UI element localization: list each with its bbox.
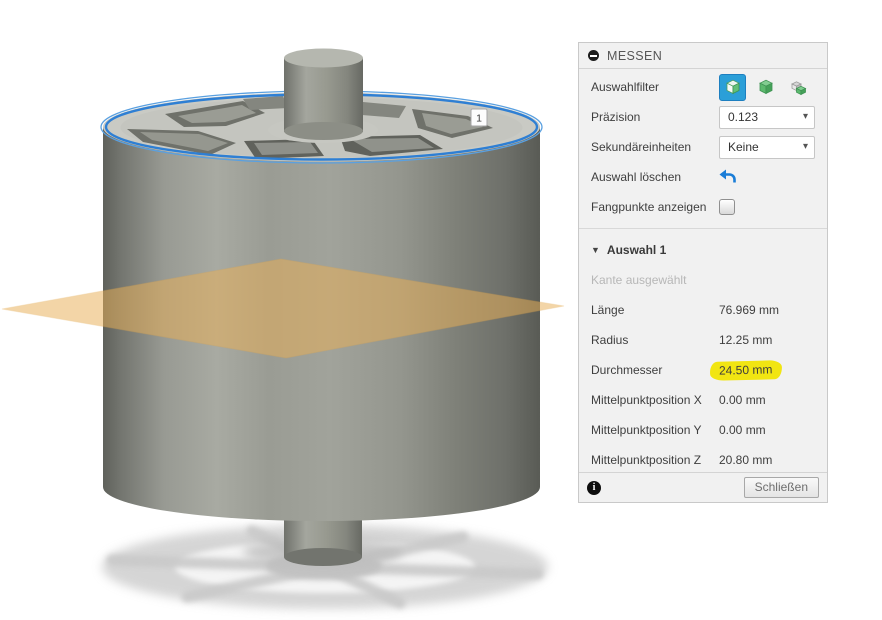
show-snap-points-label: Fangpunkte anzeigen <box>591 200 719 214</box>
measurement-row: Mittelpunktposition X 0.00 mm <box>591 385 815 415</box>
measurement-value-highlighted: 24.50 mm <box>710 360 783 381</box>
chevron-down-icon: ▾ <box>803 112 808 122</box>
dialog-title: MESSEN <box>607 49 662 63</box>
selection-filter-label: Auswahlfilter <box>591 80 719 94</box>
clear-selection-row: Auswahl löschen <box>591 162 815 192</box>
chevron-down-icon: ▾ <box>803 142 808 152</box>
measurement-value: 76.969 mm <box>719 303 779 317</box>
section-divider <box>579 228 827 229</box>
messen-dialog: MESSEN Auswahlfilter <box>578 42 828 503</box>
secondary-units-label: Sekundäreinheiten <box>591 140 719 154</box>
select-body-filter-button[interactable] <box>719 74 746 101</box>
collapse-panel-icon[interactable] <box>588 50 599 61</box>
measurement-value: 20.80 mm <box>719 453 772 467</box>
app-window: 1 MESSEN Auswahlfilter <box>0 0 882 620</box>
info-icon[interactable]: i <box>587 481 601 495</box>
selection-filter-row: Auswahlfilter <box>591 72 815 102</box>
measurement-value: 12.25 mm <box>719 333 772 347</box>
dialog-header: MESSEN <box>579 43 827 69</box>
select-body-filter-icon <box>723 77 743 97</box>
measurement-row: Durchmesser 24.50 mm <box>591 355 815 385</box>
measurement-value: 0.00 mm <box>719 393 766 407</box>
dialog-footer: i Schließen <box>579 472 827 502</box>
measurement-label: Mittelpunktposition Y <box>591 423 719 437</box>
measurement-value: 0.00 mm <box>719 423 766 437</box>
measurement-label: Durchmesser <box>591 363 719 377</box>
measurement-row: Mittelpunktposition Y 0.00 mm <box>591 415 815 445</box>
measurement-label: Länge <box>591 303 719 317</box>
select-component-filter-icon <box>789 77 809 97</box>
show-snap-points-row: Fangpunkte anzeigen <box>591 192 815 222</box>
selection-filter-buttons <box>719 74 812 101</box>
measurement-label: Mittelpunktposition X <box>591 393 719 407</box>
clear-selection-label: Auswahl löschen <box>591 170 719 184</box>
select-component-filter-button[interactable] <box>785 74 812 101</box>
secondary-units-value: Keine <box>728 140 803 154</box>
show-snap-points-checkbox[interactable] <box>719 199 735 215</box>
precision-value: 0.123 <box>728 110 803 124</box>
measurement-label: Radius <box>591 333 719 347</box>
section-collapse-icon[interactable]: ▼ <box>591 245 600 255</box>
selection-status: Kante ausgewählt <box>591 265 815 295</box>
select-face-filter-icon <box>756 77 776 97</box>
secondary-units-row: Sekundäreinheiten Keine ▾ <box>591 132 815 162</box>
close-button[interactable]: Schließen <box>744 477 819 498</box>
dialog-body: Auswahlfilter <box>579 69 827 475</box>
svg-text:1: 1 <box>476 113 482 125</box>
precision-row: Präzision 0.123 ▾ <box>591 102 815 132</box>
secondary-units-dropdown[interactable]: Keine ▾ <box>719 136 815 159</box>
selection-section-title: Auswahl 1 <box>607 243 666 257</box>
select-face-filter-button[interactable] <box>752 74 779 101</box>
model-top-shaft[interactable] <box>284 49 363 141</box>
precision-label: Präzision <box>591 110 719 124</box>
selection-badge: 1 <box>471 109 487 126</box>
measurement-label: Mittelpunktposition Z <box>591 453 719 467</box>
selection-section-header[interactable]: ▼ Auswahl 1 <box>591 235 815 265</box>
measurement-row: Mittelpunktposition Z 20.80 mm <box>591 445 815 475</box>
measurement-row: Länge 76.969 mm <box>591 295 815 325</box>
precision-dropdown[interactable]: 0.123 ▾ <box>719 106 815 129</box>
measurement-row: Radius 12.25 mm <box>591 325 815 355</box>
undo-arrow-icon <box>719 169 737 185</box>
clear-selection-button[interactable] <box>719 169 737 185</box>
